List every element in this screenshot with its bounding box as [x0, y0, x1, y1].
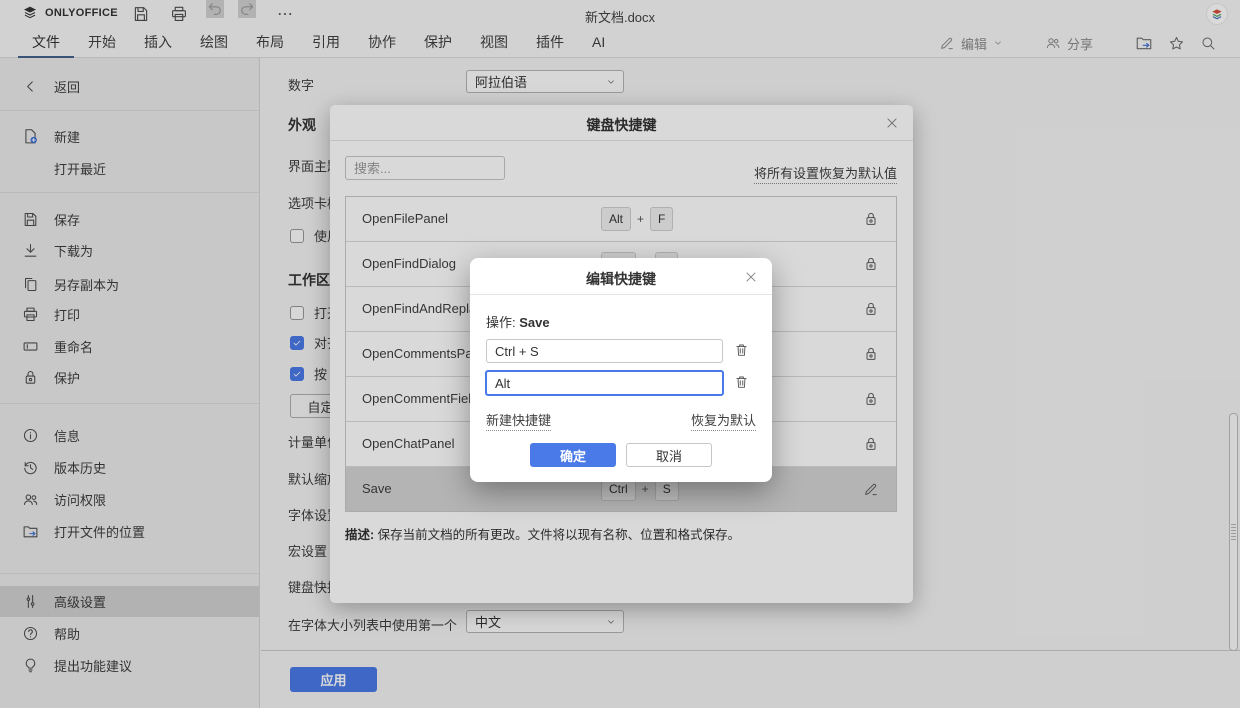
trash-icon[interactable] — [734, 374, 749, 390]
edit-shortcut-dialog: 编辑快捷键 操作: Save 新建快捷键 恢复为默认 确定 取消 — [470, 258, 772, 482]
shortcut-input-1[interactable] — [486, 339, 723, 363]
cancel-button[interactable]: 取消 — [626, 443, 712, 467]
action-row: 操作: Save — [486, 312, 550, 331]
app-window: ONLYOFFICE 新文档.docx 文件 开始 插入 绘图 布局 引用 协作… — [0, 0, 1240, 708]
new-shortcut-link[interactable]: 新建快捷键 — [486, 410, 551, 431]
dialog-title: 编辑快捷键 — [470, 269, 772, 289]
trash-icon[interactable] — [734, 342, 749, 358]
close-icon[interactable] — [744, 270, 758, 284]
shortcut-input-2[interactable] — [485, 370, 724, 396]
restore-default-link[interactable]: 恢复为默认 — [691, 410, 756, 431]
action-value: Save — [519, 315, 549, 330]
dialog-header: 编辑快捷键 — [470, 258, 772, 295]
ok-button[interactable]: 确定 — [530, 443, 616, 467]
